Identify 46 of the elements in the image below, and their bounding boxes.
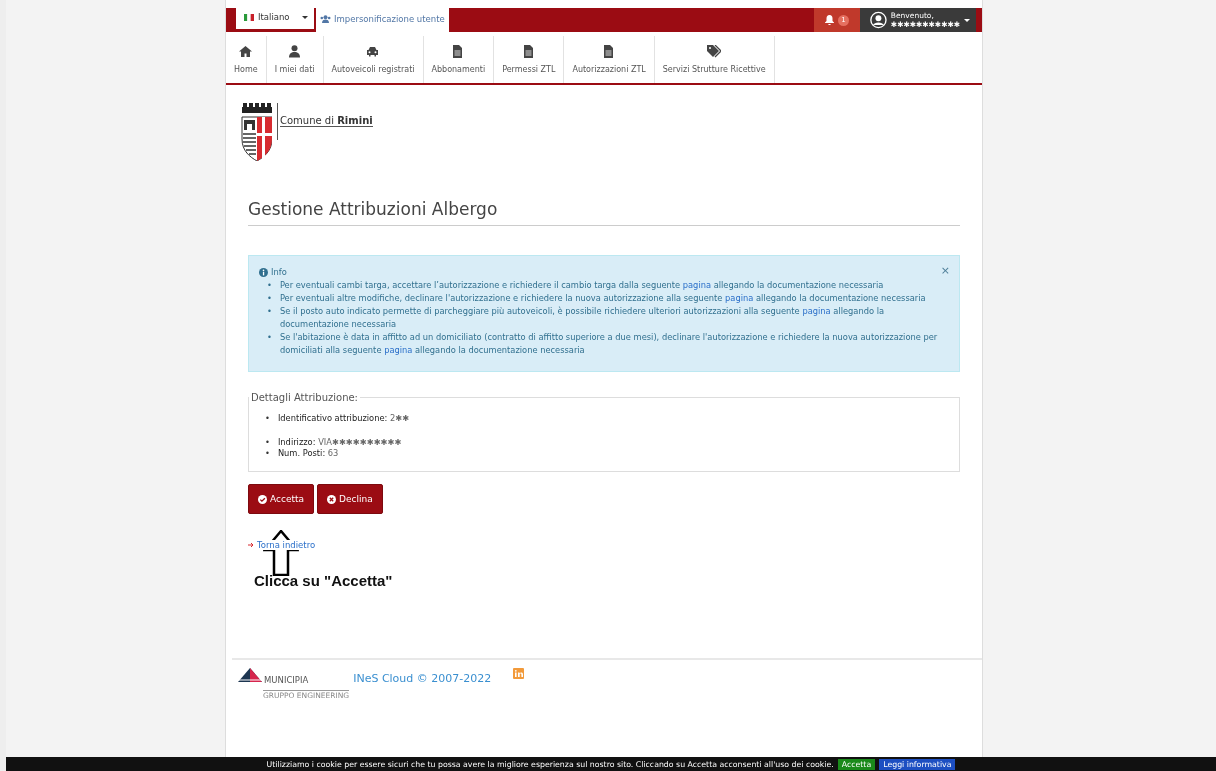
close-icon[interactable]: × [940, 264, 950, 277]
user-avatar-icon [870, 10, 887, 30]
page-title: Gestione Attribuzioni Albergo [248, 199, 960, 226]
linkedin-icon [513, 668, 525, 679]
detail-item: Indirizzo: VIA✱✱✱✱✱✱✱✱✱✱ [277, 437, 402, 448]
bullet-mark: • [267, 279, 272, 292]
bell-icon [825, 15, 834, 25]
bullet-mark: • [265, 437, 270, 448]
tags-icon [707, 45, 722, 58]
annotation-text: Clicca su "Accetta" [254, 572, 394, 589]
decline-button[interactable]: Declina [317, 484, 383, 514]
car-icon [366, 45, 381, 58]
user-icon [287, 45, 302, 58]
home-icon [238, 45, 253, 58]
impersonation-button[interactable]: Impersonificazione utente [316, 5, 449, 32]
detail-item: Identificativo attribuzione: 2✱✱ [277, 413, 410, 424]
info-icon [259, 268, 268, 277]
document-icon [521, 45, 536, 58]
copyright-text: INeS Cloud © 2007-2022 [353, 672, 492, 685]
alert-title: Info [271, 266, 287, 279]
back-link[interactable]: Torna indietro [257, 540, 316, 550]
page-link[interactable]: pagina [802, 306, 831, 316]
alert-item: Per eventuali cambi targa, accettare l’autorizzazione e richiedere il cambio targa dalla seguente pagina allegando la documentazione necessaria [279, 279, 884, 292]
municipality-name: Comune di Rimini [280, 115, 373, 127]
alert-item: Se il posto auto indicato permette di parcheggiare più autoveicoli, è possibile richiedere ulteriori autorizzazioni alla seguente pagina allegando la documentazione necessaria [279, 305, 886, 331]
accept-button[interactable]: Accetta [248, 484, 314, 514]
flag-icon [244, 13, 254, 21]
brand-name: MUNICIPIA [264, 675, 309, 685]
bullet-mark: • [265, 448, 270, 459]
page-link[interactable]: pagina [682, 280, 712, 290]
users-icon [320, 14, 331, 23]
coat-of-arms-icon [240, 103, 272, 161]
page-link[interactable]: pagina [725, 293, 754, 303]
bullet-mark: • [267, 331, 272, 344]
alert-item: Per eventuali altre modifiche, declinare l'autorizzazione e richiedere la nuova autorizzazione alla seguente pagina allegando la documentazione necessaria [279, 292, 926, 305]
close-circle-icon [327, 494, 336, 504]
bullet-mark: • [267, 305, 272, 318]
bullet-mark: • [267, 292, 272, 305]
details-legend: Dettagli Attribuzione: [249, 392, 360, 403]
page-link[interactable]: pagina [384, 345, 413, 355]
detail-item: Num. Posti: 63 [277, 448, 339, 459]
alert-item: Se l'abitazione è data in affitto ad un domiciliato (contratto di affitto superiore a due mesi), declinare l'autorizzazione e richiedere la nuova autorizzazione per domiciliati alla seguente pagina allegando la documentazione necessaria [279, 331, 939, 357]
bullet-mark: • [265, 413, 270, 424]
language-dropdown[interactable]: Italiano [236, 5, 314, 29]
check-circle-icon [258, 494, 267, 504]
arrow-right-icon [248, 542, 255, 548]
